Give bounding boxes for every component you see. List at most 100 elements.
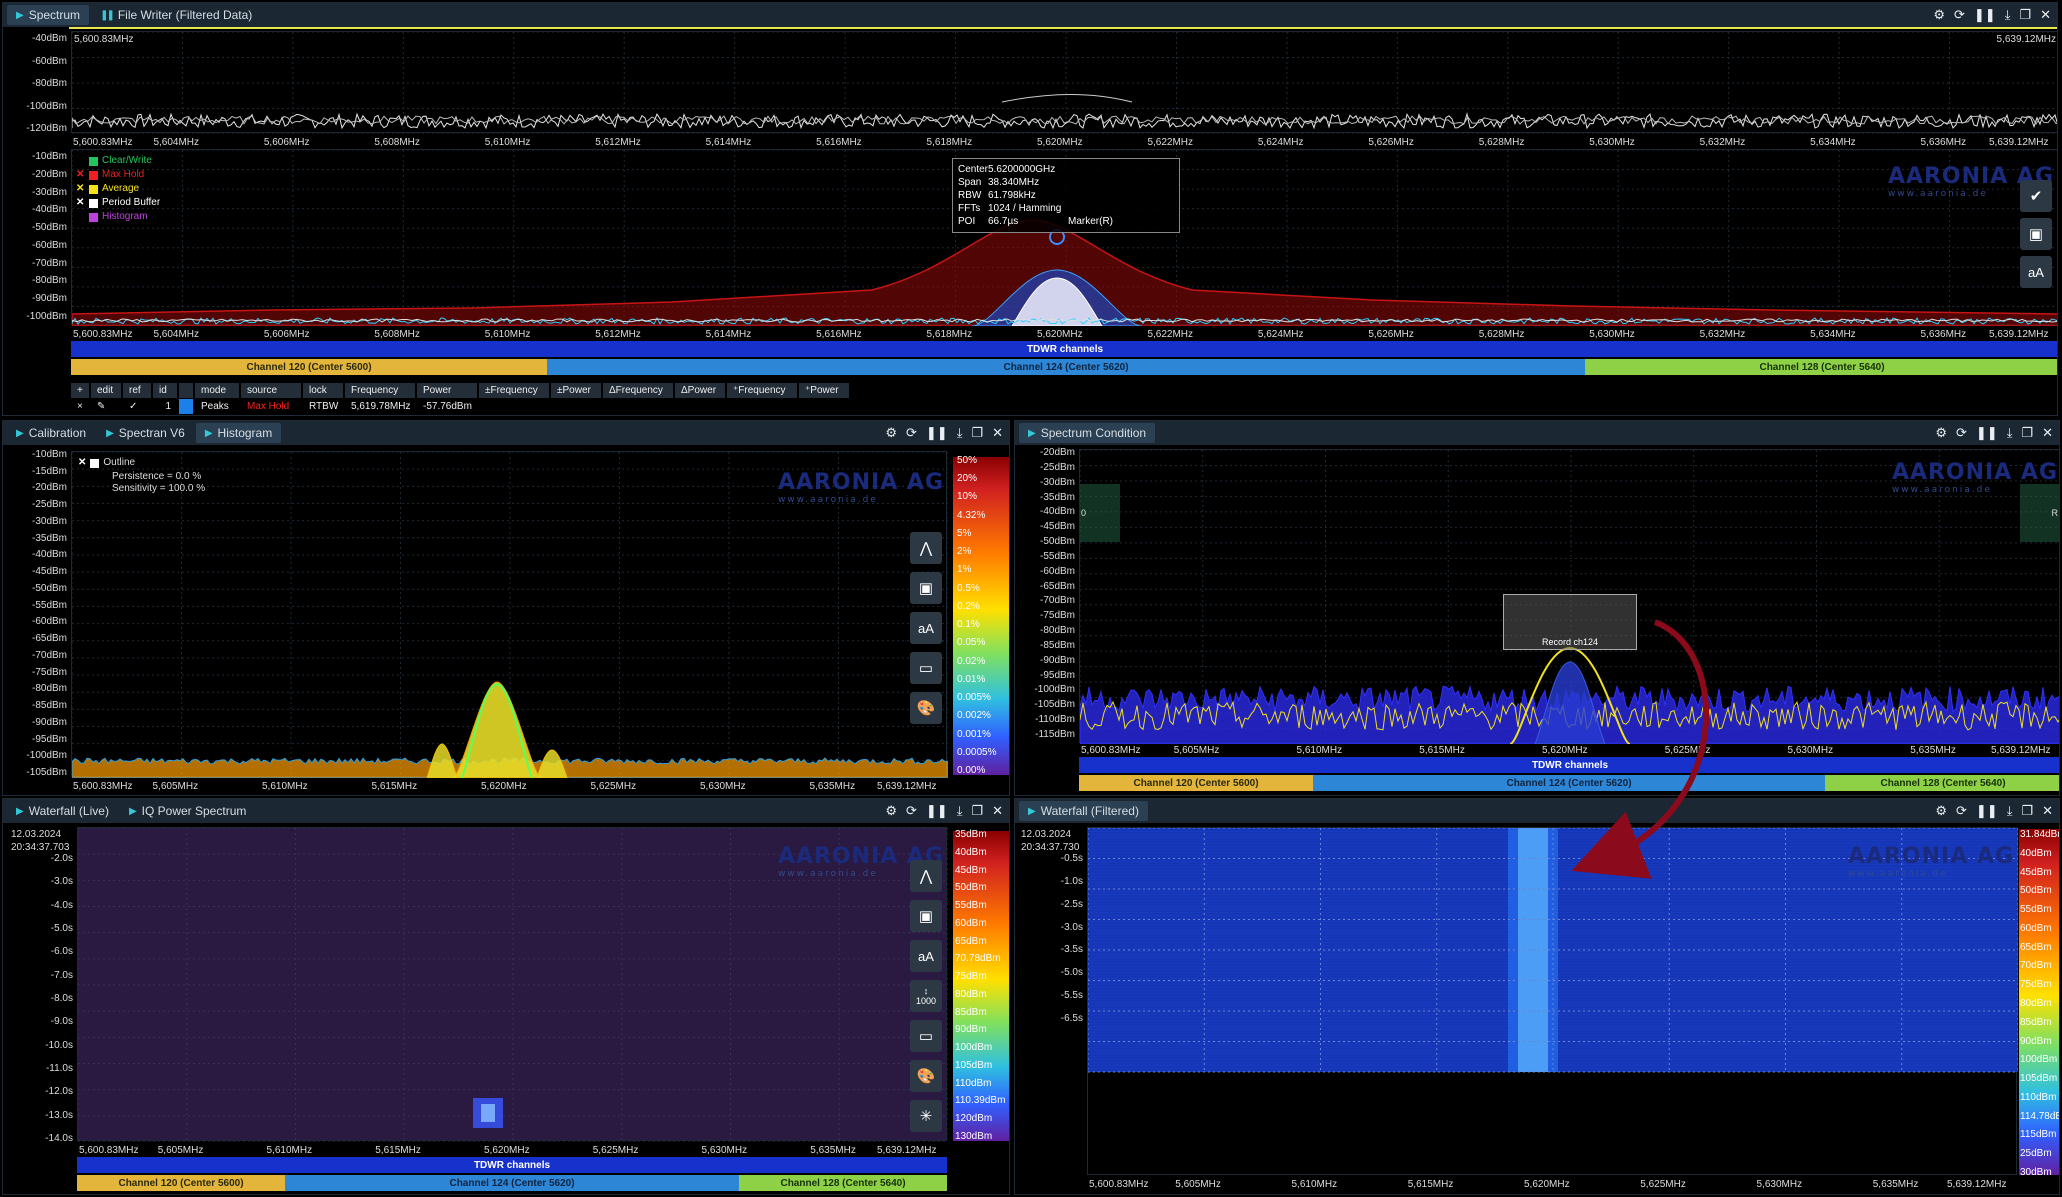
close-icon[interactable]: ✕ xyxy=(2040,7,2051,23)
waterfall-filtered-plot[interactable]: AARONIA AG www.aaronia.de xyxy=(1087,827,2019,1175)
marker-tool-button[interactable]: ⋀ xyxy=(910,532,942,564)
histogram-color-scale[interactable] xyxy=(953,457,1009,775)
marker-table-header-cell[interactable]: ΔFrequency xyxy=(603,383,673,398)
marker-table-header-cell[interactable]: ±Power xyxy=(551,383,601,398)
marker-table-header-cell[interactable]: Frequency xyxy=(345,383,415,398)
close-icon[interactable]: ✕ xyxy=(2042,425,2053,441)
refresh-icon[interactable]: ⟳ xyxy=(1954,7,1965,23)
refresh-icon[interactable]: ⟳ xyxy=(906,425,917,441)
layout-tool-button[interactable]: ▭ xyxy=(910,1020,942,1052)
layout-tool-button[interactable]: ▭ xyxy=(910,652,942,684)
close-icon[interactable]: ✕ xyxy=(2042,803,2053,819)
restore-icon[interactable]: ❐ xyxy=(2019,7,2031,23)
checkmark-tool-button[interactable]: ✔ xyxy=(2020,180,2052,212)
marker-color-swatch[interactable] xyxy=(179,399,193,414)
tab-spectrum-condition[interactable]: ▶ Spectrum Condition xyxy=(1019,423,1156,443)
channel-124-band[interactable]: Channel 124 (Center 5620) xyxy=(285,1175,739,1191)
marker-table-header-cell[interactable]: ΔPower xyxy=(675,383,725,398)
gear-icon[interactable]: ⚙ xyxy=(1935,425,1947,441)
marker-table-header-cell[interactable]: ⁺Frequency xyxy=(727,383,797,398)
marker-table-header-cell[interactable]: ⁺Power xyxy=(799,383,849,398)
channel-124-band[interactable]: Channel 124 (Center 5620) xyxy=(547,359,1585,375)
restore-icon[interactable]: ❐ xyxy=(971,425,983,441)
tab-spectran-v6[interactable]: ▶ Spectran V6 xyxy=(97,423,194,443)
text-tool-button[interactable]: aA xyxy=(910,612,942,644)
legend-outline[interactable]: ✕ Outline xyxy=(78,456,205,470)
download-icon[interactable]: ⤓ xyxy=(957,425,963,441)
channel-128-band[interactable]: Channel 128 (Center 5640) xyxy=(739,1175,947,1191)
gear-icon[interactable]: ⚙ xyxy=(885,425,897,441)
download-icon[interactable]: ⤓ xyxy=(2005,7,2011,23)
refresh-icon[interactable]: ⟳ xyxy=(1956,425,1967,441)
marker-table-header-cell[interactable]: source xyxy=(241,383,301,398)
restore-icon[interactable]: ❐ xyxy=(2021,803,2033,819)
ticks-tool-button[interactable]: ↕ 1000 xyxy=(910,980,942,1012)
pause-icon[interactable]: ❚❚ xyxy=(1976,425,1998,441)
tab-histogram[interactable]: ▶ Histogram xyxy=(195,423,282,443)
tab-file-writer[interactable]: ❚❚ File Writer (Filtered Data) xyxy=(91,5,261,25)
channel-124-band[interactable]: Channel 124 (Center 5620) xyxy=(1313,775,1825,791)
main-spectrum-plot[interactable]: Clear/Write ✕ Max Hold ✕ Average ✕ Period B… xyxy=(71,149,2057,327)
close-icon[interactable]: ✕ xyxy=(992,803,1003,819)
overview-plot[interactable]: 5,600.83MHz 5,639.12MHz xyxy=(71,31,2057,135)
gear-icon[interactable]: ⚙ xyxy=(885,803,897,819)
marker-source[interactable]: Max Hold xyxy=(241,399,301,414)
gear-icon[interactable]: ⚙ xyxy=(1935,803,1947,819)
edit-marker-icon[interactable]: ✎ xyxy=(91,399,121,414)
marker-table-row[interactable]: × ✎ ✓ 1 Peaks Max Hold RTBW 5,619.78MHz … xyxy=(71,399,849,414)
marker-table-header-cell[interactable]: Power xyxy=(417,383,477,398)
channel-128-band[interactable]: Channel 128 (Center 5640) xyxy=(1825,775,2059,791)
legend-clear-write[interactable]: Clear/Write xyxy=(76,154,160,168)
screenshot-tool-button[interactable]: ▣ xyxy=(2020,218,2052,250)
text-tool-button[interactable]: aA xyxy=(910,940,942,972)
marker-table-header-cell[interactable]: ±Frequency xyxy=(479,383,549,398)
refresh-icon[interactable]: ⟳ xyxy=(1956,803,1967,819)
condition-plot[interactable]: 0 R Record ch124 AARONIA AG www.aaronia.d… xyxy=(1079,449,2059,745)
marker-tool-button[interactable]: ⋀ xyxy=(910,860,942,892)
pause-icon[interactable]: ❚❚ xyxy=(926,803,948,819)
marker-table-header-cell[interactable]: ref xyxy=(123,383,151,398)
color-tool-button[interactable]: 🎨 xyxy=(910,692,942,724)
screenshot-tool-button[interactable]: ▣ xyxy=(910,900,942,932)
delete-marker-icon[interactable]: × xyxy=(71,399,89,414)
color-tool-button[interactable]: 🎨 xyxy=(910,1060,942,1092)
tab-spectrum[interactable]: ▶ Spectrum xyxy=(7,5,90,25)
tab-calibration[interactable]: ▶ Calibration xyxy=(7,423,95,443)
restore-icon[interactable]: ❐ xyxy=(2021,425,2033,441)
channel-128-band[interactable]: Channel 128 (Center 5640) xyxy=(1585,359,2057,375)
left-condition-zone[interactable]: 0 xyxy=(1080,484,1120,542)
pause-icon[interactable]: ❚❚ xyxy=(1976,803,1998,819)
tab-waterfall-live[interactable]: ▶ Waterfall (Live) xyxy=(7,801,118,821)
crosshair-tool-button[interactable]: ✳ xyxy=(910,1100,942,1132)
marker-mode[interactable]: Peaks xyxy=(195,399,239,414)
close-icon[interactable]: ✕ xyxy=(992,425,1003,441)
download-icon[interactable]: ⤓ xyxy=(957,803,963,819)
gear-icon[interactable]: ⚙ xyxy=(1933,7,1945,23)
restore-icon[interactable]: ❐ xyxy=(971,803,983,819)
pause-icon[interactable]: ❚❚ xyxy=(1974,7,1996,23)
legend-average[interactable]: ✕ Average xyxy=(76,182,160,196)
pause-icon[interactable]: ❚❚ xyxy=(926,425,948,441)
legend-max-hold[interactable]: ✕ Max Hold xyxy=(76,168,160,182)
tab-waterfall-filtered[interactable]: ▶ Waterfall (Filtered) xyxy=(1019,801,1148,821)
refresh-icon[interactable]: ⟳ xyxy=(906,803,917,819)
channel-120-band[interactable]: Channel 120 (Center 5600) xyxy=(71,359,547,375)
tab-iq-power-spectrum[interactable]: ▶ IQ Power Spectrum xyxy=(120,801,255,821)
legend-histogram[interactable]: Histogram xyxy=(76,210,160,224)
record-ch124-zone[interactable]: Record ch124 xyxy=(1503,594,1637,650)
marker-lock[interactable]: RTBW xyxy=(303,399,343,414)
download-icon[interactable]: ⤓ xyxy=(2007,803,2013,819)
legend-period-buffer[interactable]: ✕ Period Buffer xyxy=(76,196,160,210)
screenshot-tool-button[interactable]: ▣ xyxy=(910,572,942,604)
text-tool-button[interactable]: aA xyxy=(2020,256,2052,288)
ref-check-icon[interactable]: ✓ xyxy=(123,399,151,414)
marker-table-header-cell[interactable]: + xyxy=(71,383,89,398)
marker-table-header-cell[interactable]: lock xyxy=(303,383,343,398)
marker-table-header-cell[interactable]: id xyxy=(153,383,177,398)
histogram-plot[interactable]: ✕ Outline Persistence = 0.0 % Sensitivity… xyxy=(71,451,949,779)
marker-table-header-cell[interactable]: mode xyxy=(195,383,239,398)
waterfall-live-plot[interactable]: AARONIA AG www.aaronia.de ⋀ ▣ aA ↕ 1000 ▭ … xyxy=(77,827,949,1143)
download-icon[interactable]: ⤓ xyxy=(2007,425,2013,441)
marker-table-header-cell[interactable]: edit xyxy=(91,383,121,398)
channel-120-band[interactable]: Channel 120 (Center 5600) xyxy=(1079,775,1313,791)
